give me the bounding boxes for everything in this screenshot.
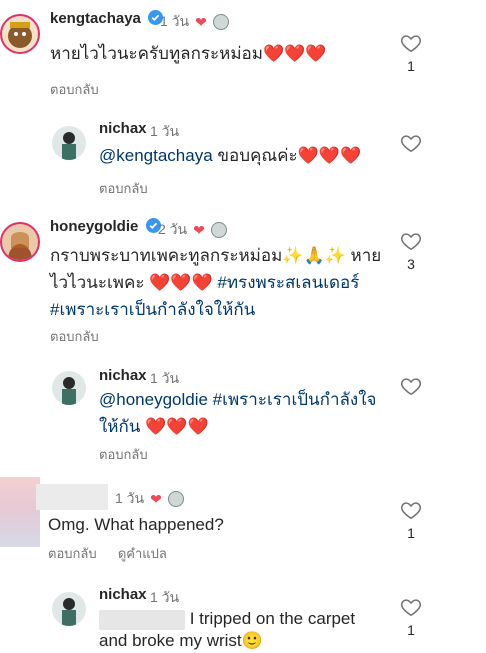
avatar[interactable] [52, 592, 86, 626]
comment-body: I tripped on the carpet [185, 609, 356, 628]
username[interactable]: honeygoldie [50, 218, 138, 235]
comment-text: @kengtachaya ขอบคุณค่ะ❤️❤️❤️ [99, 142, 361, 169]
like-count: 1 [407, 58, 415, 74]
like-heart-icon[interactable] [400, 596, 422, 618]
comment-body: หายไวไวนะครับทูลกระหม่อม [50, 44, 263, 63]
creator-avatar-mini [167, 491, 184, 507]
creator-liked-heart-icon: ❤ [195, 13, 207, 30]
avatar[interactable] [0, 477, 40, 547]
avatar-image [8, 232, 32, 260]
username[interactable]: kengtachaya [50, 10, 141, 27]
comment-text: กราบพระบาทเพคะทูลกระหม่อม✨🙏✨ หาย ไวไวนะเ… [50, 242, 395, 323]
comment-text: I tripped on the carpet and broke my wri… [99, 608, 389, 652]
comment-line-1: กราบพระบาทเพคะทูลกระหม่อม✨🙏✨ หาย [50, 246, 382, 265]
see-translation-button[interactable]: ดูคำแปล [118, 546, 167, 561]
username[interactable]: nichax [99, 367, 147, 384]
emoji: ❤️❤️❤️ [262, 44, 327, 63]
timestamp: 1 วัน [115, 490, 145, 506]
like-count: 1 [407, 622, 415, 638]
like-heart-icon[interactable] [400, 230, 422, 252]
comment-honeygoldie: honeygoldie 2 วัน ❤ กราบพระบาทเพคะทูลกระ… [0, 208, 486, 353]
mention-redacted[interactable] [99, 609, 185, 630]
comment-line-2: ไวไวนะเพคะ ❤️❤️❤️ #ทรงพระสเลนเดอร์ [50, 269, 395, 296]
comment-reply-nichax-2: nichax 1 วัน @honeygoldie #เพราะเราเป็นก… [0, 357, 486, 467]
timestamp: 1 วัน [160, 13, 190, 29]
avatar-image [8, 22, 32, 48]
comment-text: Omg. What happened? [48, 515, 224, 534]
emoji: ❤️❤️❤️ [149, 273, 213, 292]
timestamp: 1 วัน [150, 589, 180, 605]
creator-avatar-mini [212, 14, 229, 30]
mention-link[interactable]: @kengtachaya [99, 146, 213, 165]
comment-body-line-2: and broke my wrist [99, 631, 242, 650]
hashtag-link[interactable]: #เพราะเราเป็นกำลังใจให้กัน [50, 296, 395, 323]
comment-text: หายไวไวนะครับทูลกระหม่อม❤️❤️❤️ [50, 40, 326, 67]
avatar[interactable] [0, 14, 40, 54]
avatar-image [62, 598, 76, 626]
username-redacted[interactable] [36, 484, 108, 510]
comment-kengtachaya: kengtachaya 1 วัน ❤ หายไวไวนะครับทูลกระห… [0, 0, 486, 100]
avatar[interactable] [0, 222, 40, 262]
avatar[interactable] [52, 371, 86, 405]
like-count: 1 [407, 525, 415, 541]
like-heart-icon[interactable] [400, 375, 422, 397]
like-heart-icon[interactable] [400, 32, 422, 54]
hashtag-link[interactable]: #ทรงพระสเลนเดอร์ [213, 273, 359, 292]
like-count: 3 [407, 256, 415, 272]
comment-text: @honeygoldie #เพราะเราเป็นกำลังใจ ให้กัน… [99, 386, 389, 440]
avatar[interactable] [52, 126, 86, 160]
timestamp: 1 วัน [150, 123, 180, 139]
avatar-image [62, 377, 76, 405]
comment-redacted-user: 1 วัน ❤ Omg. What happened? ตอบกลับ ดูคำ… [0, 475, 486, 570]
reply-button[interactable]: ตอบกลับ [99, 178, 148, 199]
hashtag-link-cont[interactable]: ให้กัน [99, 417, 140, 436]
timestamp: 2 วัน [158, 221, 188, 237]
emoji: 🙂 [241, 631, 263, 650]
comment-reply-nichax-3: nichax 1 วัน I tripped on the carpet and… [0, 578, 486, 653]
like-heart-icon[interactable] [400, 499, 422, 521]
reply-button[interactable]: ตอบกลับ [48, 546, 97, 561]
reply-button[interactable]: ตอบกลับ [50, 79, 99, 100]
reply-button[interactable]: ตอบกลับ [99, 444, 148, 465]
like-heart-icon[interactable] [400, 132, 422, 154]
reply-button[interactable]: ตอบกลับ [50, 326, 99, 347]
hashtag-link[interactable]: #เพราะเราเป็นกำลังใจ [208, 390, 377, 409]
creator-avatar-mini [210, 222, 227, 238]
username[interactable]: nichax [99, 586, 147, 603]
comment-body: ไวไวนะเพคะ [50, 273, 150, 292]
emoji: ❤️❤️❤️ [140, 417, 209, 436]
creator-liked-heart-icon: ❤ [150, 490, 162, 507]
username[interactable]: nichax [99, 120, 147, 137]
mention-link[interactable]: @honeygoldie [99, 390, 208, 409]
comment-reply-nichax-1: nichax 1 วัน @kengtachaya ขอบคุณค่ะ❤️❤️❤… [0, 110, 486, 200]
comment-body: ขอบคุณค่ะ [212, 146, 298, 165]
creator-liked-heart-icon: ❤ [193, 221, 205, 238]
emoji: ❤️❤️❤️ [297, 146, 362, 165]
avatar-image [62, 132, 76, 160]
